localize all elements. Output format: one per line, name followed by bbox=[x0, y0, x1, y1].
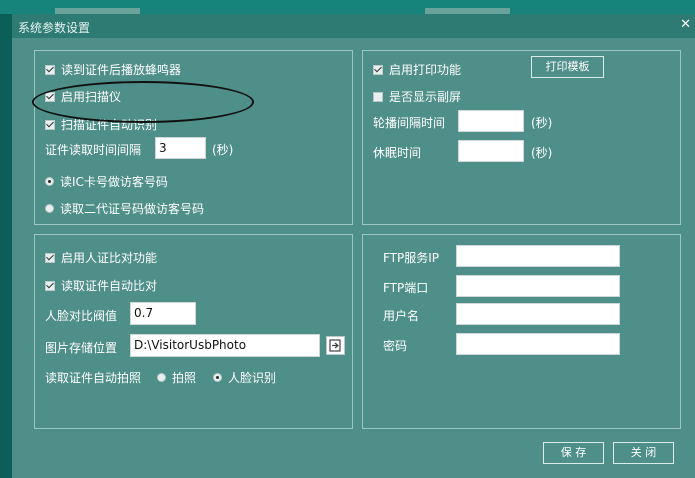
carousel-interval-unit: (秒) bbox=[531, 116, 553, 130]
close-icon[interactable]: ✕ bbox=[680, 17, 691, 32]
ftp-ip-input[interactable] bbox=[456, 245, 620, 267]
auto-photo-option-face[interactable]: 人脸识别 bbox=[213, 369, 276, 386]
sleep-time-label: 休眠时间 bbox=[373, 146, 422, 160]
browse-folder-icon[interactable] bbox=[326, 336, 345, 355]
scanner-panel: 读到证件后播放蜂鸣器 启用扫描仪 扫描证件自动识别 证件读取时间间隔 3 (秒)… bbox=[34, 50, 353, 225]
sleep-time-input[interactable] bbox=[458, 140, 524, 162]
ftp-port-input[interactable] bbox=[456, 275, 620, 297]
auto-compare-label: 读取证件自动比对 bbox=[61, 279, 158, 293]
settings-dialog: 系统参数设置 ✕ 读到证件后播放蜂鸣器 启用扫描仪 扫描证件自动识别 证件读取时… bbox=[12, 14, 695, 478]
read-interval-unit: (秒) bbox=[212, 143, 234, 157]
enable-print-checkbox[interactable] bbox=[373, 64, 383, 75]
print-panel: 启用打印功能 打印模板 是否显示副屏 轮播间隔时间 (秒) 休眠时间 (秒) bbox=[362, 50, 681, 225]
username-input[interactable] bbox=[456, 303, 620, 325]
storage-path-input[interactable]: D:\VisitorUsbPhoto bbox=[130, 334, 320, 357]
play-buzzer-label: 读到证件后播放蜂鸣器 bbox=[61, 63, 182, 77]
ftp-port-label: FTP端口 bbox=[383, 281, 429, 295]
read-interval-label: 证件读取时间间隔 bbox=[45, 143, 142, 157]
enable-print-option[interactable]: 启用打印功能 bbox=[373, 61, 461, 78]
face-compare-panel: 启用人证比对功能 读取证件自动比对 人脸对比阀值 0.7 图片存储位置 D:\V… bbox=[34, 234, 353, 429]
password-label: 密码 bbox=[383, 339, 408, 353]
carousel-interval-input[interactable] bbox=[458, 110, 524, 132]
save-button[interactable]: 保 存 bbox=[543, 442, 604, 464]
radio-ic-option[interactable]: 读IC卡号做访客号码 bbox=[45, 173, 168, 190]
ftp-panel: FTP服务IP FTP端口 用户名 密码 bbox=[362, 234, 681, 429]
auto-photo-label: 读取证件自动拍照 bbox=[45, 371, 142, 385]
print-template-button[interactable]: 打印模板 bbox=[531, 56, 604, 78]
photo-radio-label: 拍照 bbox=[172, 371, 197, 385]
radio-id2-label: 读取二代证号码做访客号码 bbox=[60, 202, 205, 216]
read-interval-input[interactable]: 3 bbox=[155, 137, 206, 159]
close-button[interactable]: 关 闭 bbox=[613, 442, 674, 464]
threshold-label: 人脸对比阀值 bbox=[45, 309, 118, 323]
scan-auto-detect-checkbox[interactable] bbox=[45, 119, 55, 130]
password-input[interactable] bbox=[456, 333, 620, 355]
ftp-ip-label: FTP服务IP bbox=[383, 251, 440, 265]
photo-radio-button[interactable] bbox=[157, 373, 166, 382]
radio-ic-label: 读IC卡号做访客号码 bbox=[60, 175, 168, 189]
auto-compare-option[interactable]: 读取证件自动比对 bbox=[45, 277, 157, 294]
auto-photo-option-photo[interactable]: 拍照 bbox=[157, 369, 196, 386]
radio-id2-button[interactable] bbox=[45, 204, 54, 213]
enable-compare-checkbox[interactable] bbox=[45, 252, 55, 263]
show-subscreen-label: 是否显示副屏 bbox=[389, 90, 462, 104]
title-bar: 系统参数设置 ✕ bbox=[12, 14, 695, 38]
storage-label: 图片存储位置 bbox=[45, 341, 118, 355]
enable-compare-option[interactable]: 启用人证比对功能 bbox=[45, 249, 157, 266]
sleep-time-unit: (秒) bbox=[531, 146, 553, 160]
auto-compare-checkbox[interactable] bbox=[45, 280, 55, 291]
annotation-ellipse bbox=[32, 81, 254, 123]
carousel-interval-label: 轮播间隔时间 bbox=[373, 116, 446, 130]
radio-id2-option[interactable]: 读取二代证号码做访客号码 bbox=[45, 200, 204, 217]
face-radio-label: 人脸识别 bbox=[228, 371, 277, 385]
enable-compare-label: 启用人证比对功能 bbox=[61, 251, 158, 265]
play-buzzer-option[interactable]: 读到证件后播放蜂鸣器 bbox=[45, 61, 181, 78]
radio-ic-button[interactable] bbox=[45, 177, 54, 186]
dialog-title: 系统参数设置 bbox=[18, 21, 91, 35]
show-subscreen-option[interactable]: 是否显示副屏 bbox=[373, 88, 461, 105]
enable-print-label: 启用打印功能 bbox=[389, 63, 462, 77]
face-radio-button[interactable] bbox=[213, 373, 222, 382]
play-buzzer-checkbox[interactable] bbox=[45, 64, 55, 75]
background-left-edge bbox=[0, 0, 12, 478]
username-label: 用户名 bbox=[383, 309, 420, 323]
threshold-input[interactable]: 0.7 bbox=[130, 302, 196, 325]
show-subscreen-checkbox[interactable] bbox=[373, 91, 383, 102]
top-strip bbox=[0, 0, 695, 14]
